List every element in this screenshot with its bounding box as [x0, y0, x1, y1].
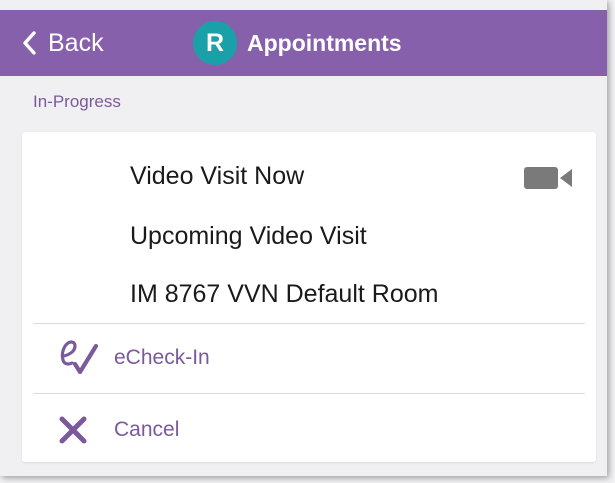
divider: [33, 393, 585, 394]
echeck-in-icon: [58, 338, 102, 378]
navigation-bar: Back R Appointments: [0, 10, 607, 76]
divider: [33, 323, 585, 324]
section-header: In-Progress: [33, 92, 121, 111]
close-icon: [58, 415, 102, 445]
app-frame: Back R Appointments In-Progress Video Vi…: [0, 0, 607, 476]
appointment-line-2: Upcoming Video Visit: [130, 222, 367, 250]
appointment-line-3: IM 8767 VVN Default Room: [130, 280, 439, 308]
back-button[interactable]: Back: [22, 10, 104, 76]
chevron-left-icon: [23, 31, 36, 55]
appointment-line-1: Video Visit Now: [130, 162, 305, 190]
title-group: R Appointments: [193, 10, 402, 76]
video-camera-icon: [524, 167, 574, 194]
app-logo: R: [193, 21, 237, 65]
appointment-card[interactable]: Video Visit Now Upcoming Video Visit IM …: [22, 132, 596, 462]
page-title: Appointments: [247, 29, 402, 56]
echeck-in-button[interactable]: eCheck-In: [58, 338, 210, 378]
cancel-button[interactable]: Cancel: [58, 410, 179, 450]
echeck-in-label: eCheck-In: [114, 346, 210, 369]
back-label: Back: [48, 28, 104, 57]
logo-letter: R: [205, 28, 225, 57]
cancel-label: Cancel: [114, 418, 180, 441]
